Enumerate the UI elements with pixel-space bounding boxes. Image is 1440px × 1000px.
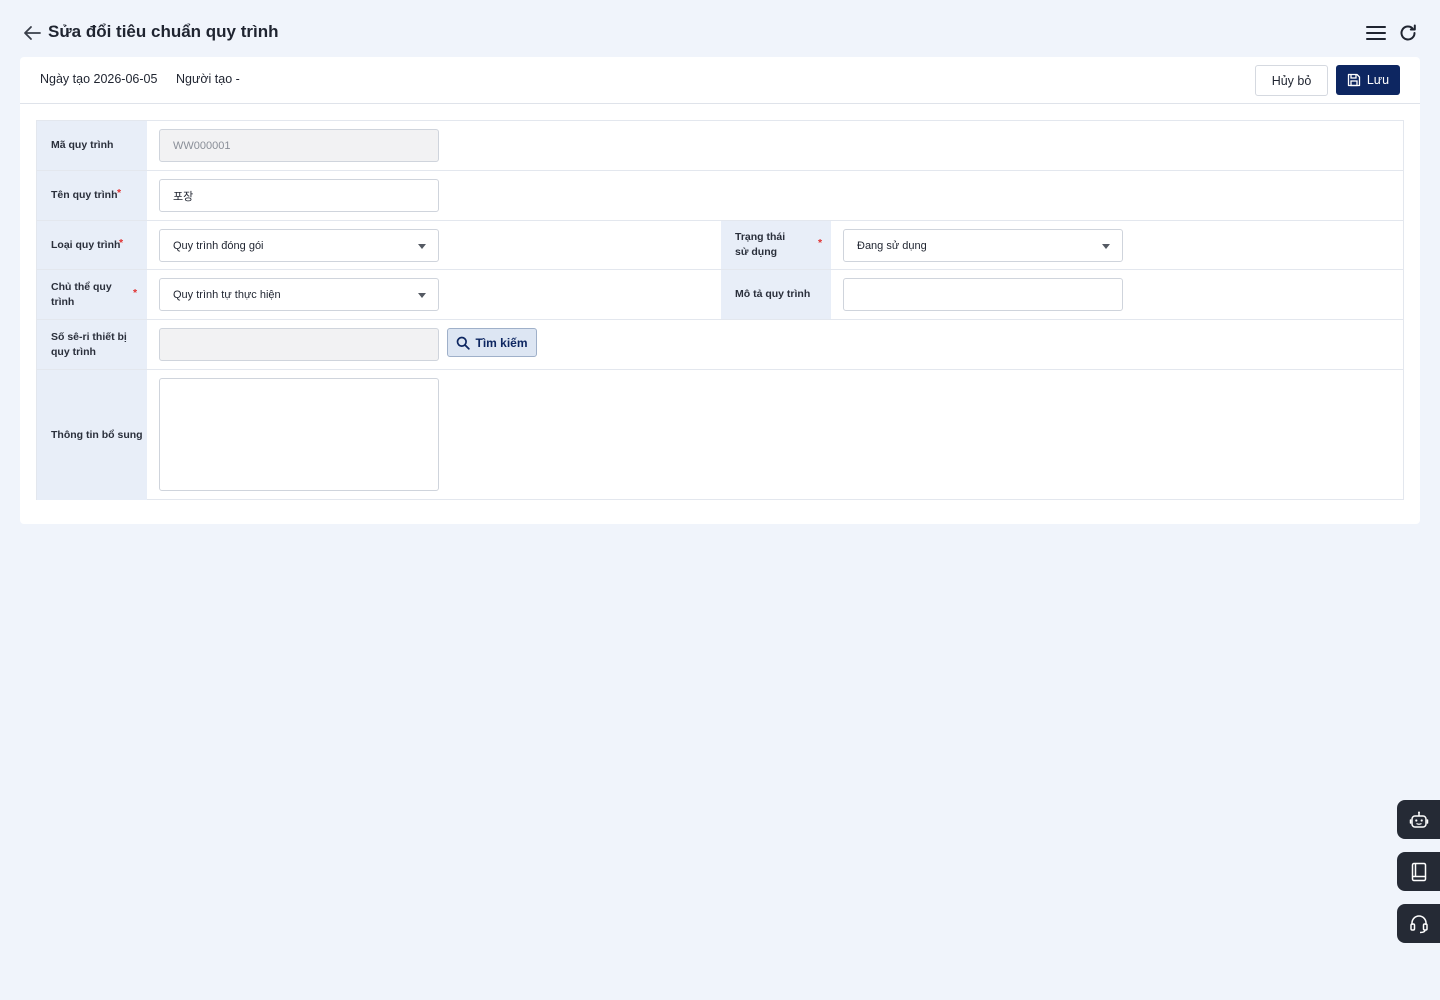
- headset-icon: [1409, 914, 1428, 933]
- cancel-button[interactable]: Hủy bỏ: [1255, 65, 1328, 96]
- creator: Người tạo -: [176, 72, 240, 86]
- label-process-type-text: Loại quy trình: [51, 238, 121, 251]
- card-header: Ngày tạo 2026-06-05 Người tạo - Hủy bỏ L…: [20, 57, 1420, 104]
- back-arrow-icon[interactable]: [22, 24, 42, 42]
- label-process-subject-text: Chủ thể quy trình: [51, 280, 112, 308]
- label-process-subject: Chủ thể quy trình *: [37, 270, 147, 319]
- required-mark: *: [818, 237, 823, 249]
- edit-card: Ngày tạo 2026-06-05 Người tạo - Hủy bỏ L…: [20, 57, 1420, 524]
- book-icon: [1411, 862, 1426, 881]
- process-type-select[interactable]: Quy trình đóng gói: [159, 229, 439, 262]
- row-process-subject: Chủ thể quy trình * Quy trình tự thực hi…: [37, 270, 1403, 320]
- chevron-down-icon: [1102, 244, 1110, 249]
- label-device-serial: Số sê-ri thiết bị quy trình: [37, 320, 147, 369]
- process-form: Mã quy trình WW000001 Tên quy trình * 포장…: [36, 120, 1404, 500]
- label-process-description-text: Mô tả quy trình: [735, 288, 811, 300]
- process-code-input[interactable]: WW000001: [159, 129, 439, 162]
- process-description-input[interactable]: [843, 278, 1123, 311]
- process-name-input[interactable]: 포장: [159, 179, 439, 212]
- support-button[interactable]: [1397, 904, 1440, 943]
- process-subject-select[interactable]: Quy trình tự thực hiện: [159, 278, 439, 311]
- chevron-down-icon: [418, 293, 426, 298]
- row-process-code: Mã quy trình WW000001: [37, 121, 1403, 171]
- search-button[interactable]: Tìm kiếm: [447, 328, 537, 357]
- usage-status-select[interactable]: Đang sử dụng: [843, 229, 1123, 262]
- label-device-serial-text: Số sê-ri thiết bị quy trình: [51, 330, 127, 358]
- search-button-label: Tìm kiếm: [475, 335, 528, 350]
- required-mark: *: [133, 287, 138, 299]
- save-button-label: Lưu: [1366, 73, 1390, 87]
- robot-icon: [1409, 811, 1428, 828]
- manual-button[interactable]: [1397, 852, 1440, 891]
- row-process-name: Tên quy trình * 포장: [37, 171, 1403, 221]
- label-process-name: Tên quy trình *: [37, 171, 147, 220]
- label-additional-info: Thông tin bổ sung: [37, 370, 147, 500]
- created-date: Ngày tạo 2026-06-05: [40, 72, 158, 86]
- refresh-icon[interactable]: [1398, 23, 1418, 43]
- search-icon: [457, 336, 471, 350]
- menu-icon[interactable]: [1366, 24, 1386, 42]
- label-process-code: Mã quy trình: [37, 121, 147, 170]
- label-additional-info-text: Thông tin bổ sung: [51, 428, 143, 441]
- chatbot-button[interactable]: [1397, 800, 1440, 839]
- label-process-code-text: Mã quy trình: [51, 139, 114, 151]
- row-device-serial: Số sê-ri thiết bị quy trình Tìm kiếm: [37, 320, 1403, 370]
- row-process-type: Loại quy trình * Quy trình đóng gói Trạn…: [37, 221, 1403, 270]
- label-process-name-text: Tên quy trình: [51, 189, 118, 201]
- label-usage-status-text: Trạng thái sử dụng: [735, 231, 786, 258]
- device-serial-input[interactable]: [159, 328, 439, 361]
- label-process-type: Loại quy trình *: [37, 221, 147, 269]
- required-mark: *: [117, 187, 122, 199]
- save-button[interactable]: Lưu: [1336, 65, 1400, 95]
- process-subject-value: Quy trình tự thực hiện: [173, 288, 281, 301]
- usage-status-value: Đang sử dụng: [857, 239, 927, 252]
- page-title: Sửa đổi tiêu chuẩn quy trình: [48, 22, 279, 41]
- additional-info-textarea[interactable]: [159, 378, 439, 491]
- process-type-value: Quy trình đóng gói: [173, 239, 264, 252]
- required-mark: *: [119, 237, 124, 249]
- chevron-down-icon: [418, 244, 426, 249]
- save-icon: [1347, 73, 1361, 87]
- label-usage-status: Trạng thái sử dụng *: [721, 221, 831, 269]
- label-process-description: Mô tả quy trình: [721, 270, 831, 319]
- top-bar: Sửa đổi tiêu chuẩn quy trình: [0, 0, 1440, 57]
- row-additional-info: Thông tin bổ sung: [37, 370, 1403, 500]
